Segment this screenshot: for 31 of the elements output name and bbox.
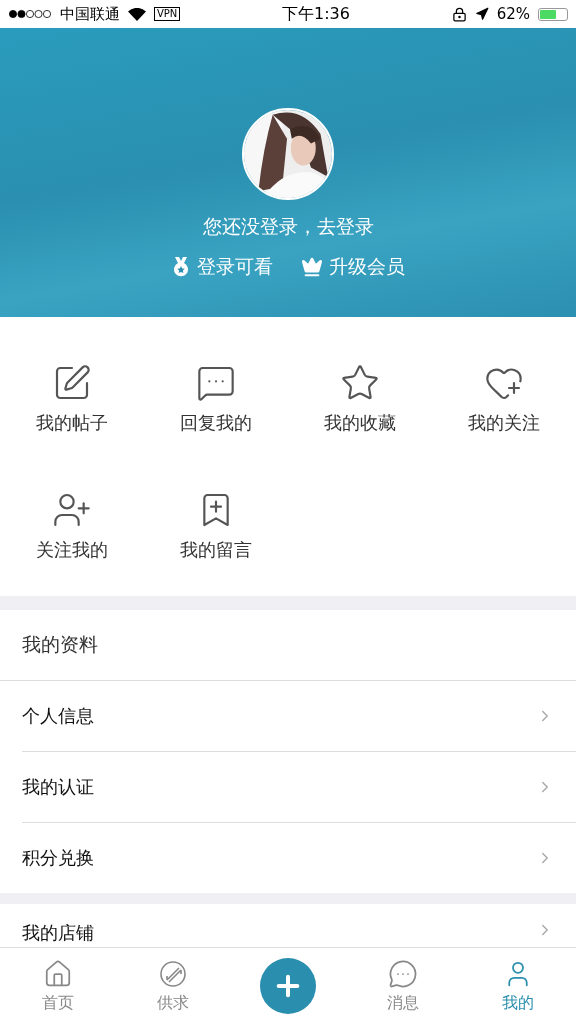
- section-title: 我的资料: [0, 610, 576, 681]
- carrier-name: 中国联通: [60, 4, 120, 24]
- tab-item[interactable]: 消息: [345, 948, 461, 1024]
- battery-icon: [538, 7, 568, 21]
- vpn-badge: VPN: [154, 7, 181, 21]
- chat-bubble-icon: [388, 958, 419, 989]
- add-button[interactable]: [260, 958, 316, 1014]
- wifi-icon: [128, 7, 146, 21]
- medal-icon: [171, 256, 191, 278]
- shortcut-label[interactable]: 我的关注: [468, 411, 540, 435]
- tab-item[interactable]: 供求: [115, 948, 231, 1024]
- clock-time: 下午1:36: [281, 3, 351, 25]
- rotation-lock-icon: [451, 6, 467, 22]
- shortcut-label[interactable]: 回复我的: [180, 411, 252, 435]
- shortcut-label[interactable]: 关注我的: [36, 538, 108, 562]
- link-label: 升级会员: [329, 254, 405, 279]
- menu-item[interactable]: 积分兑换: [22, 846, 94, 870]
- location-icon: [474, 7, 489, 21]
- signal-icon: [8, 9, 52, 19]
- shortcut-label[interactable]: 我的收藏: [324, 411, 396, 435]
- menu-item[interactable]: 我的店铺: [22, 921, 94, 945]
- link-label: 登录可看: [197, 254, 273, 279]
- crown-icon: [301, 256, 323, 278]
- battery-percent: 62%: [496, 5, 530, 23]
- shortcut-label[interactable]: 我的帖子: [36, 411, 108, 435]
- shortcut-label[interactable]: 我的留言: [180, 538, 252, 562]
- tab-item[interactable]: 我的: [460, 948, 576, 1024]
- menu-item[interactable]: 我的认证: [22, 775, 94, 799]
- slashed-circle-icon: [157, 958, 188, 989]
- menu-item[interactable]: 个人信息: [22, 704, 94, 728]
- tab-item[interactable]: 首页: [0, 948, 116, 1024]
